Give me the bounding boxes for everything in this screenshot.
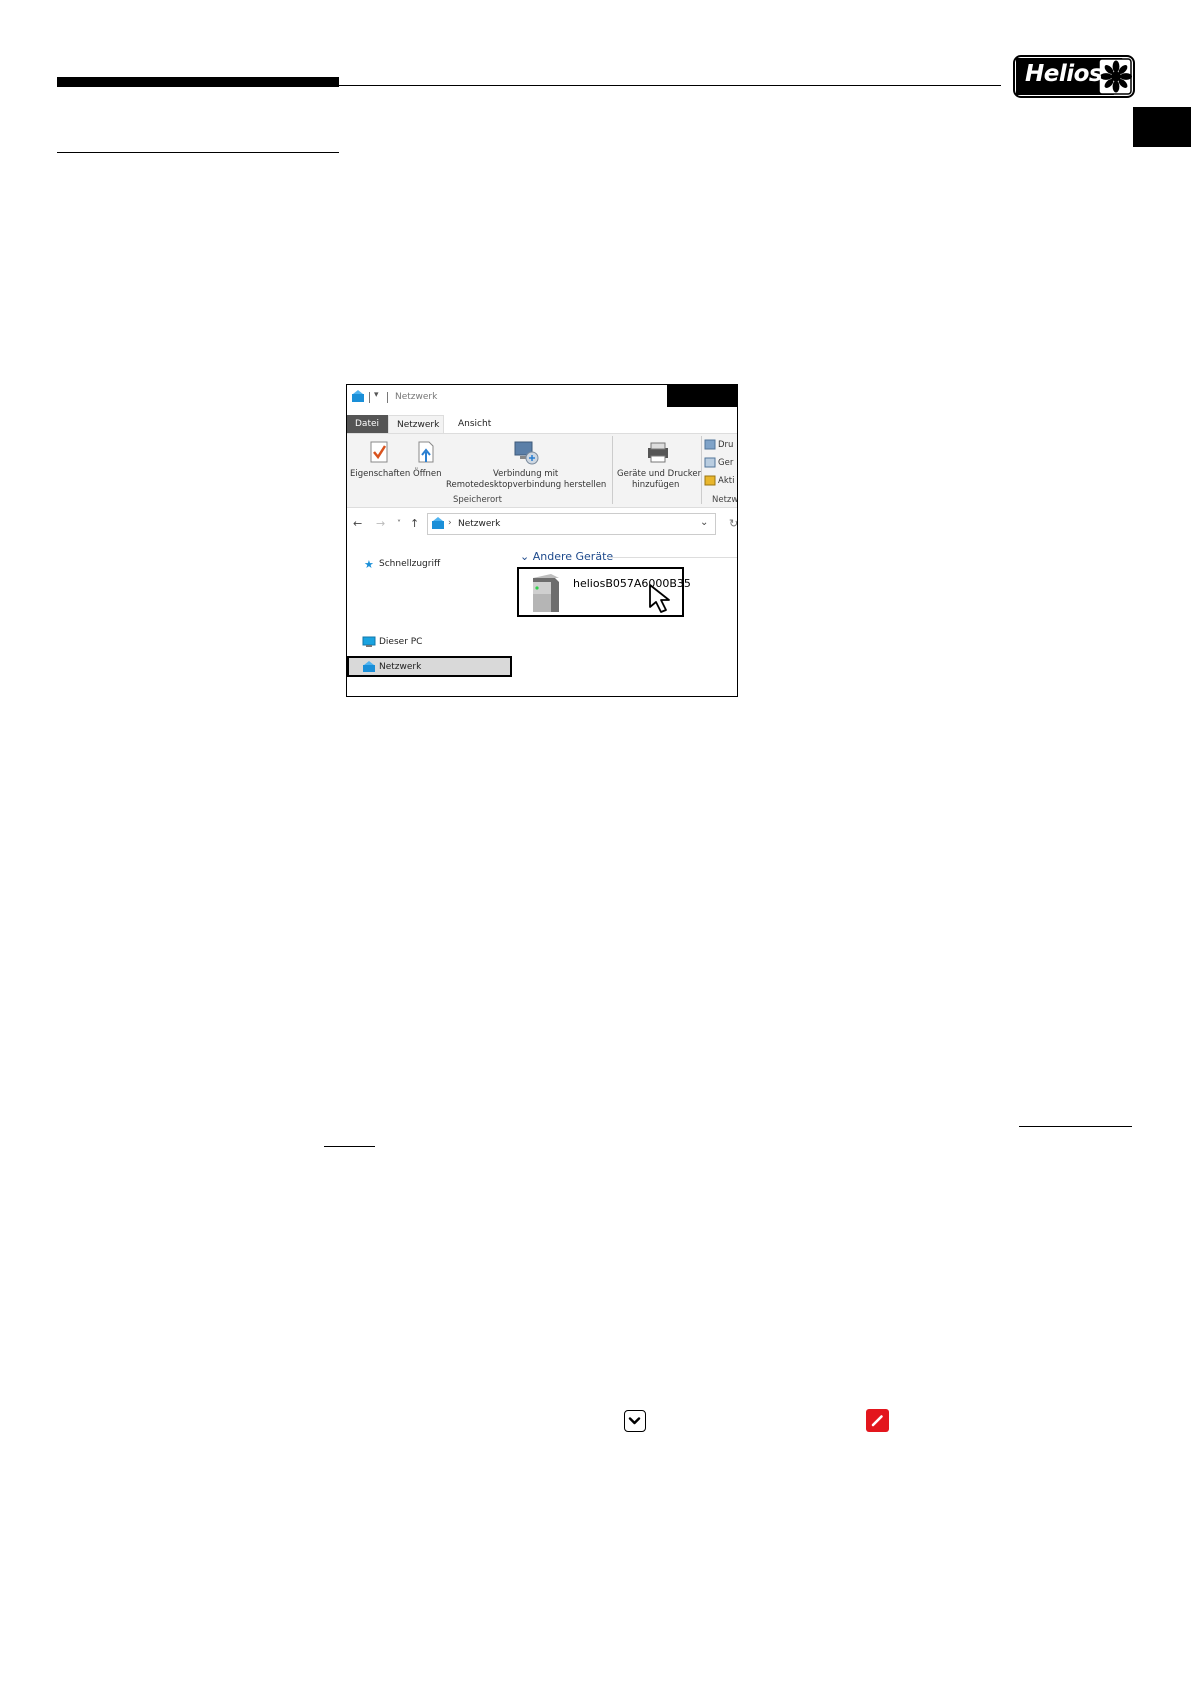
address-dropdown-icon[interactable]: ⌄ [700,517,708,528]
link-underline [324,1146,375,1147]
edit-button[interactable] [866,1409,889,1432]
language-tab-marker [1133,107,1191,147]
chevron-down-icon [628,1417,641,1425]
up-arrow-icon[interactable]: ↑ [410,517,419,530]
helios-logo: Helios [1013,55,1135,98]
header-rule-thin [339,85,1001,86]
network-location-icon [432,517,444,529]
logo-wordmark: Helios [1025,61,1103,87]
remote-connect-label-1[interactable]: Verbindung mit [493,469,558,479]
remote-desktop-icon[interactable] [513,439,539,465]
network-icon [363,661,375,672]
device-tower-icon [533,574,559,612]
window-title: Netzwerk [395,392,438,402]
ribbon-side-item-3[interactable]: Akti [718,476,734,486]
properties-button[interactable]: Eigenschaften [350,469,410,479]
tab-netzwerk[interactable]: Netzwerk [388,415,444,434]
group-header-label: Andere Geräte [532,550,614,563]
forward-arrow-icon[interactable]: → [376,517,385,530]
ribbon-side-item-1[interactable]: Dru [718,440,733,450]
ribbon-tabs: Datei Netzwerk Ansicht [347,415,737,434]
address-text: Netzwerk [458,519,501,529]
section-rule [57,152,339,153]
open-button[interactable]: Öffnen [413,469,442,479]
remote-connect-label-2[interactable]: Remotedesktopverbindung herstellen [446,480,606,490]
sidebar-item-network[interactable]: Netzwerk [347,656,512,677]
refresh-icon[interactable]: ↻ [729,517,737,530]
group-header-other-devices[interactable]: ⌄ Andere Geräte [520,550,613,563]
ribbon-side-item-2[interactable]: Ger [718,458,733,468]
sidebar-item-this-pc[interactable]: Dieser PC [379,637,422,647]
add-devices-label-2[interactable]: hinzufügen [632,480,679,490]
address-bar[interactable]: › Netzwerk ⌄ [427,513,716,535]
monitor-icon [362,636,376,647]
add-devices-label-1[interactable]: Geräte und Drucker [617,469,701,479]
ribbon-group-separator [701,436,702,504]
sidebar-item-quick-access[interactable]: Schnellzugriff [379,559,440,569]
device-item-helios[interactable]: heliosB057A6000B35 [517,567,691,617]
back-arrow-icon[interactable]: ← [353,517,362,530]
quick-access-dropdown-icon[interactable]: ▾ [374,390,379,400]
devices-printers-icon[interactable] [645,440,671,464]
group-label-location: Speicherort [453,495,503,505]
title-bar: ▾ Netzwerk [347,385,737,407]
properties-checkmark-icon[interactable] [369,440,389,464]
title-separator [387,392,388,403]
link-underline [1019,1126,1132,1127]
tab-ansicht[interactable]: Ansicht [450,415,499,433]
header-rule-thick [57,77,339,87]
star-icon: ★ [364,558,374,571]
printer-server-icon[interactable] [704,439,716,450]
ribbon: Eigenschaften Öffnen Verbindung mit Remo… [347,433,737,508]
address-row: ← → ˅ ↑ › Netzwerk ⌄ ↻ [347,512,737,536]
title-separator [369,392,370,403]
breadcrumb-chevron-icon[interactable]: › [448,518,452,528]
open-icon[interactable] [416,440,436,464]
sidebar-item-network-label: Netzwerk [379,662,422,672]
pencil-icon [871,1415,883,1427]
group-divider [607,557,737,558]
device-manager-icon[interactable] [704,457,716,468]
group-label-network: Netzw [712,495,738,505]
chevron-down-button[interactable] [624,1410,646,1432]
ribbon-group-separator [612,436,613,504]
window-controls-redacted [667,385,737,407]
network-folder-icon [352,390,364,402]
mouse-cursor-icon [649,584,670,613]
recent-locations-chevron-icon[interactable]: ˅ [397,519,401,528]
explorer-screenshot: ▾ Netzwerk Datei Netzwerk Ansicht Eigens… [346,384,738,697]
activate-icon[interactable] [704,475,716,486]
tab-datei[interactable]: Datei [347,415,388,433]
